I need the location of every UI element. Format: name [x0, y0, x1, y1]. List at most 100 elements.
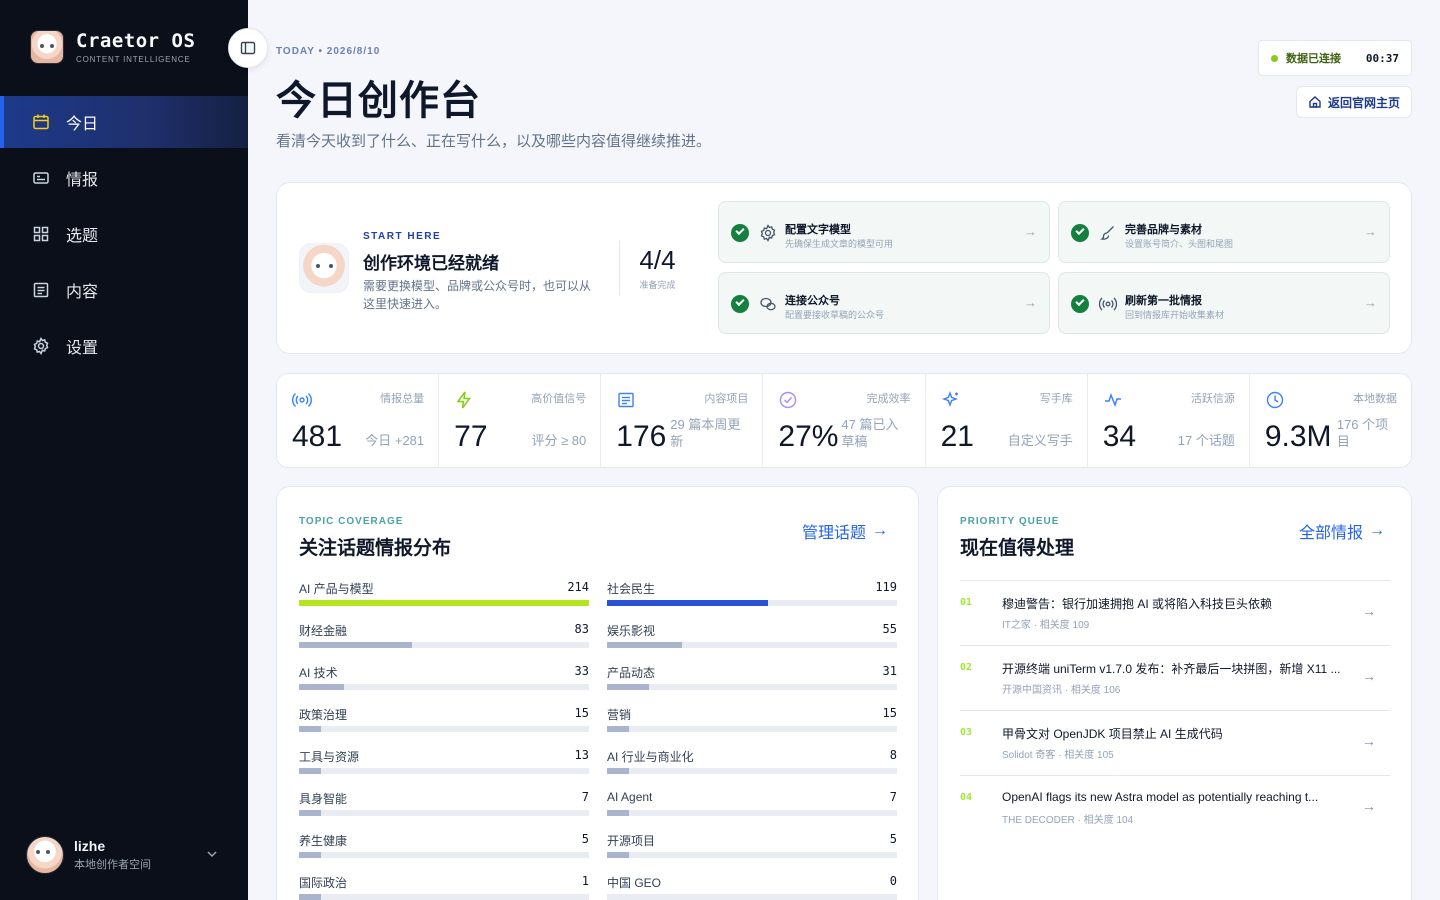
topic-bar-fill: [607, 810, 629, 816]
queue-meta: 开源中国资讯 · 相关度 106: [1002, 685, 1121, 696]
queue-item[interactable]: 03 甲骨文对 OpenJDK 项目禁止 AI 生成代码 Solidot 奇客 …: [960, 710, 1390, 775]
check-icon: [1071, 295, 1089, 313]
topic-bar-fill: [607, 642, 682, 648]
queue-item[interactable]: 01 穆迪警告：银行加速拥抱 AI 或将陷入科技巨头依赖 IT之家 · 相关度 …: [960, 580, 1390, 645]
stat-sub: 评分 ≥ 80: [531, 433, 587, 448]
stat-label: 内容项目: [704, 393, 749, 405]
arrow-right-icon: →: [1024, 224, 1037, 239]
topic-row[interactable]: AI 产品与模型 214: [299, 580, 589, 616]
stat-intel-total[interactable]: 情报总量 481 今日 +281: [277, 374, 440, 467]
topic-bar-fill: [299, 810, 321, 816]
user-subtitle: 本地创作者空间: [74, 859, 151, 871]
topic-bar-track: [607, 852, 897, 858]
topic-count: 55: [882, 622, 897, 636]
topic-bar-track: [607, 768, 897, 774]
stat-completion[interactable]: 完成效率 27% 47 篇已入草稿: [763, 374, 926, 467]
status-text: 数据已连接: [1286, 53, 1341, 65]
check-icon: [1071, 224, 1089, 242]
start-title: 创作环境已经就绪: [363, 254, 499, 274]
stat-label: 活跃信源: [1190, 393, 1235, 405]
topic-row[interactable]: 产品动态 31: [607, 664, 897, 700]
document-icon: [618, 392, 634, 408]
sidebar-item-intel[interactable]: 情报: [0, 152, 248, 204]
topic-row[interactable]: 工具与资源 13: [299, 748, 589, 784]
sidebar-toggle-button[interactable]: [228, 28, 268, 68]
queue-item[interactable]: 02 开源终端 uniTerm v1.7.0 发布：补齐最后一块拼图，新增 X1…: [960, 645, 1390, 710]
topic-row[interactable]: AI 行业与商业化 8: [607, 748, 897, 784]
queue-title: OpenAI flags its new Astra model as pote…: [1002, 790, 1319, 804]
topic-row[interactable]: 国际政治 1: [299, 874, 589, 900]
sidebar-item-content[interactable]: 内容: [0, 264, 248, 316]
topic-row[interactable]: 财经金融 83: [299, 622, 589, 658]
stat-active-sources[interactable]: 活跃信源 34 17 个话题: [1088, 374, 1250, 467]
topic-count: 33: [574, 664, 589, 678]
sidebar-item-settings[interactable]: 设置: [0, 320, 248, 372]
arrow-right-icon: →: [1369, 522, 1385, 539]
topic-name: 产品动态: [607, 666, 656, 680]
task-refresh-intel[interactable]: 刷新第一批情报 回到情报库开始收集素材 →: [1058, 272, 1390, 334]
stat-sub: 29 篇本周更新: [670, 417, 741, 449]
task-brand[interactable]: 完善品牌与素材 设置账号简介、头图和尾图 →: [1058, 201, 1390, 263]
topic-name: AI 行业与商业化: [607, 750, 694, 764]
bolt-icon: [456, 391, 472, 409]
arrow-right-icon: →: [1024, 295, 1037, 310]
topic-row[interactable]: 开源项目 5: [607, 832, 897, 868]
topic-count: 119: [875, 580, 897, 594]
task-title: 连接公众号: [785, 295, 840, 307]
brand[interactable]: Craetor OS CONTENT INTELLIGENCE: [30, 30, 195, 64]
stat-high-value[interactable]: 高价值信号 77 评分 ≥ 80: [439, 374, 602, 467]
home-button[interactable]: 返回官网主页: [1296, 86, 1412, 118]
stat-local-data[interactable]: 本地数据 9.3M 176 个项目: [1250, 374, 1411, 467]
topic-bar-track: [299, 768, 589, 774]
all-intel-link[interactable]: 全部情报 →: [1299, 519, 1385, 543]
topic-row[interactable]: 养生健康 5: [299, 832, 589, 868]
brush-icon: [1099, 226, 1114, 240]
topic-row[interactable]: 社会民生 119: [607, 580, 897, 616]
stat-writers[interactable]: 写手库 21 自定义写手: [926, 374, 1088, 467]
status-dot-icon: [1271, 54, 1278, 62]
inbox-icon: [33, 172, 49, 184]
task-wechat[interactable]: 连接公众号 配置要接收草稿的公众号 →: [718, 272, 1050, 334]
topic-name: 政策治理: [299, 708, 348, 722]
topic-count: 83: [574, 622, 589, 636]
stat-value: 34: [1102, 420, 1137, 453]
topic-row[interactable]: 具身智能 7: [299, 790, 589, 826]
stat-value: 176: [616, 420, 667, 453]
topic-row[interactable]: AI Agent 7: [607, 790, 897, 826]
arrow-right-icon: →: [1362, 798, 1376, 814]
sidebar-nav: 今日 情报 选题 内容 设置: [0, 96, 248, 376]
stat-label: 完成效率: [866, 393, 911, 405]
task-model[interactable]: 配置文字模型 先确保生成文章的模型可用 →: [718, 201, 1050, 263]
manage-topics-link[interactable]: 管理话题 →: [802, 519, 888, 543]
topic-row[interactable]: 中国 GEO 0: [607, 874, 897, 900]
date-line: TODAY • 2026/8/10: [276, 46, 381, 57]
stat-label: 高价值信号: [531, 393, 587, 405]
queue-item[interactable]: 04 OpenAI flags its new Astra model as p…: [960, 775, 1390, 840]
topic-count: 1: [581, 874, 589, 888]
stat-content-projects[interactable]: 内容项目 176 29 篇本周更新: [601, 374, 764, 467]
topic-bar-fill: [607, 684, 650, 690]
user-menu[interactable]: lizhe 本地创作者空间: [26, 836, 226, 874]
topic-coverage-card: TOPIC COVERAGE 关注话题情报分布 管理话题 → AI 产品与模型 2…: [276, 486, 919, 900]
arrow-right-icon: →: [1362, 603, 1376, 619]
stat-value: 9.3M: [1264, 420, 1332, 453]
queue-rank: 03: [960, 727, 973, 738]
topic-bar-track: [299, 894, 589, 900]
check-circle-icon: [780, 391, 797, 409]
sidebar-item-label: 选题: [66, 228, 99, 245]
topic-name: 娱乐影视: [607, 624, 656, 638]
topic-name: AI 技术: [299, 666, 338, 680]
sidebar-item-today[interactable]: 今日: [0, 96, 248, 148]
sparkle-icon: [941, 390, 958, 408]
sidebar-item-topics[interactable]: 选题: [0, 208, 248, 260]
topic-row[interactable]: 娱乐影视 55: [607, 622, 897, 658]
topic-row[interactable]: AI 技术 33: [299, 664, 589, 700]
progress-label: 准备完成: [639, 280, 676, 290]
topic-row[interactable]: 营销 15: [607, 706, 897, 742]
start-card: START HERE 创作环境已经就绪 需要更换模型、品牌或公众号时，也可以从这…: [276, 182, 1412, 354]
gear-icon: [760, 224, 776, 242]
link-label: 管理话题: [801, 525, 866, 542]
topic-row[interactable]: 政策治理 15: [299, 706, 589, 742]
queue-title: 穆迪警告：银行加速拥抱 AI 或将陷入科技巨头依赖: [1002, 597, 1273, 611]
arrow-right-icon: →: [1364, 224, 1377, 239]
